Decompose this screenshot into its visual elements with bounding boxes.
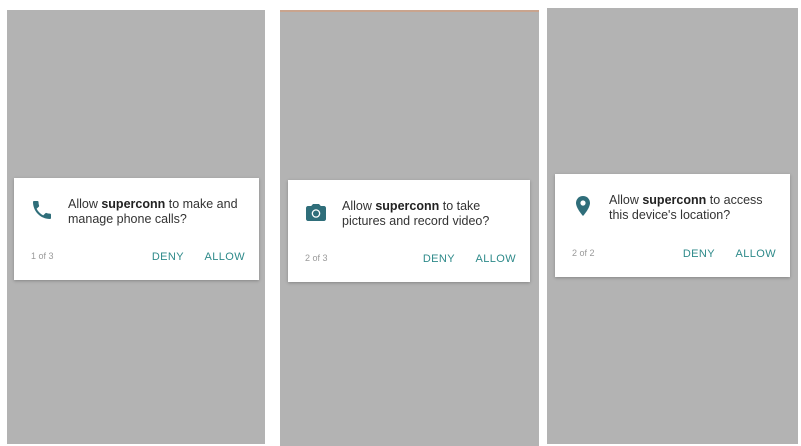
permission-dialog-phone: Allow superconn to make and manage phone… bbox=[14, 178, 259, 280]
permission-counter: 1 of 3 bbox=[31, 251, 54, 261]
deny-button[interactable]: DENY bbox=[683, 248, 715, 260]
permission-message: Allow superconn to take pictures and rec… bbox=[342, 199, 490, 228]
app-name: superconn bbox=[642, 193, 707, 207]
permission-dialog-camera: Allow superconn to take pictures and rec… bbox=[288, 180, 530, 282]
deny-button[interactable]: DENY bbox=[423, 253, 455, 265]
screen-overlay-3: Allow superconn to access this device's … bbox=[547, 8, 798, 444]
app-name: superconn bbox=[101, 197, 166, 211]
app-name: superconn bbox=[375, 199, 440, 213]
permission-dialog-location: Allow superconn to access this device's … bbox=[555, 174, 790, 277]
location-pin-icon bbox=[571, 194, 595, 218]
allow-button[interactable]: ALLOW bbox=[204, 251, 245, 263]
phone-icon bbox=[30, 198, 54, 222]
allow-button[interactable]: ALLOW bbox=[475, 253, 516, 265]
permission-counter: 2 of 3 bbox=[305, 253, 328, 263]
deny-button[interactable]: DENY bbox=[152, 251, 184, 263]
allow-button[interactable]: ALLOW bbox=[735, 248, 776, 260]
permission-message: Allow superconn to access this device's … bbox=[609, 193, 763, 222]
camera-icon bbox=[304, 200, 328, 224]
screen-overlay-2: Allow superconn to take pictures and rec… bbox=[280, 10, 539, 446]
permission-counter: 2 of 2 bbox=[572, 248, 595, 258]
permission-message: Allow superconn to make and manage phone… bbox=[68, 197, 238, 226]
screen-overlay-1: Allow superconn to make and manage phone… bbox=[7, 10, 265, 444]
